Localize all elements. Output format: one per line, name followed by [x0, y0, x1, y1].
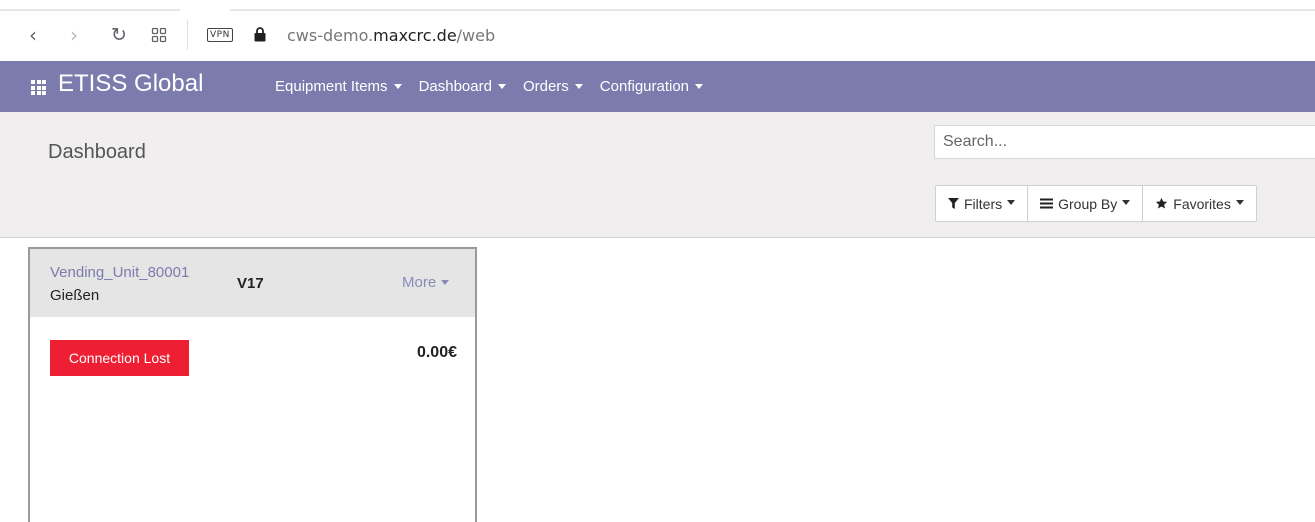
kanban-view: Vending_Unit_80001 Gießen V17 More Conne…	[0, 238, 1315, 522]
group-by-button[interactable]: Group By	[1027, 185, 1144, 222]
brand-title[interactable]: ETISS Global	[58, 69, 203, 99]
menu-configuration[interactable]: Configuration	[600, 77, 704, 97]
bars-icon	[1040, 198, 1054, 209]
address-bar[interactable]: cws-demo.maxcrc.de/web	[287, 26, 495, 46]
group-by-label: Group By	[1058, 195, 1118, 212]
vpn-badge[interactable]: VPN	[207, 28, 233, 42]
favorites-label: Favorites	[1173, 195, 1231, 212]
toolbar-divider	[187, 20, 188, 50]
caret-down-icon	[1235, 200, 1244, 205]
caret-down-icon	[497, 83, 506, 89]
tab-strip-edge	[0, 9, 180, 11]
top-menu: Equipment Items Dashboard Orders Configu…	[275, 77, 720, 97]
filters-label: Filters	[964, 195, 1003, 212]
unit-city: Gießen	[50, 287, 100, 304]
caret-down-icon	[695, 83, 704, 89]
url-host: maxcrc.de	[373, 26, 457, 45]
unit-version: V17	[237, 275, 264, 292]
filters-button[interactable]: Filters	[935, 185, 1029, 222]
caret-down-icon	[1122, 200, 1131, 205]
menu-equipment-items[interactable]: Equipment Items	[275, 77, 402, 97]
main-navbar: ETISS Global Equipment Items Dashboard O…	[0, 61, 1315, 112]
amount-value: 0.00€	[416, 344, 457, 361]
tab-strip-line	[230, 9, 1315, 11]
page-title: Dashboard	[48, 141, 146, 163]
caret-down-icon	[1007, 200, 1016, 205]
status-badge: Connection Lost	[50, 340, 189, 376]
back-icon[interactable]: ‹	[22, 24, 44, 46]
card-header: Vending_Unit_80001 Gießen V17 More	[30, 249, 475, 317]
filter-icon	[948, 198, 959, 209]
url-prefix: cws-demo.	[287, 26, 374, 45]
tab-grid-icon[interactable]	[148, 24, 170, 46]
unit-name-link[interactable]: Vending_Unit_80001	[50, 264, 189, 282]
vending-unit-card[interactable]: Vending_Unit_80001 Gießen V17 More Conne…	[28, 247, 477, 522]
forward-icon[interactable]: ›	[63, 24, 85, 46]
control-panel: Dashboard Filters Group By Favorites	[0, 112, 1315, 238]
lock-icon[interactable]	[254, 26, 266, 42]
search-options: Filters Group By Favorites	[935, 185, 1257, 222]
star-icon	[1156, 197, 1168, 209]
favorites-button[interactable]: Favorites	[1142, 185, 1257, 222]
url-path: /web	[456, 26, 496, 45]
caret-down-icon	[393, 83, 402, 89]
more-dropdown[interactable]: More	[402, 274, 450, 292]
apps-grid-icon[interactable]	[31, 80, 46, 95]
reload-icon[interactable]: ↻	[108, 24, 130, 46]
browser-toolbar: ‹ › ↻ VPN cws-demo.maxcrc.de/web	[0, 0, 1315, 61]
search-input[interactable]	[934, 125, 1315, 159]
menu-orders[interactable]: Orders	[523, 77, 583, 97]
menu-dashboard[interactable]: Dashboard	[419, 77, 506, 97]
caret-down-icon	[441, 279, 450, 285]
caret-down-icon	[574, 83, 583, 89]
